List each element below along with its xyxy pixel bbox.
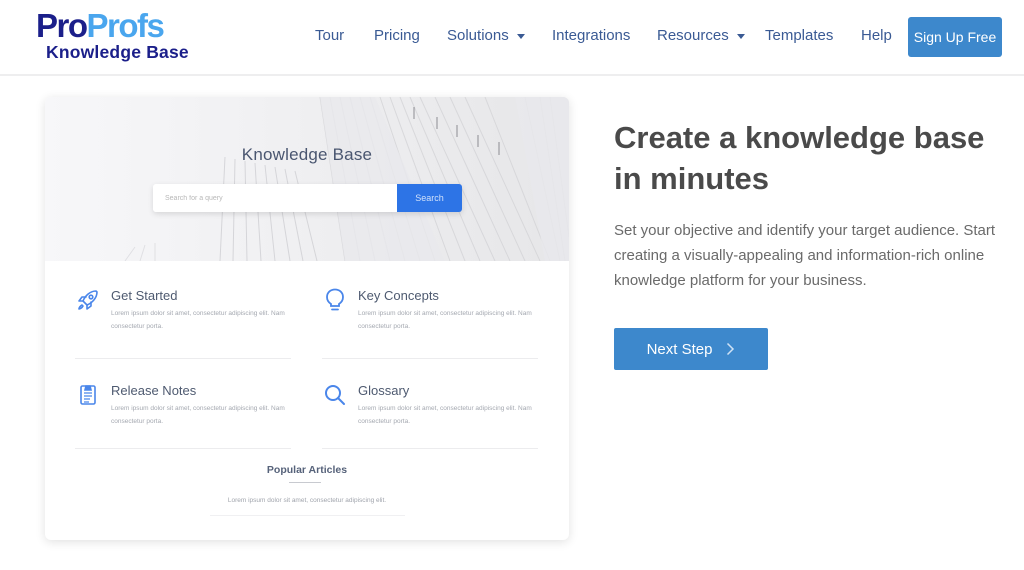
category-title: Release Notes bbox=[111, 383, 197, 398]
chevron-right-icon bbox=[727, 342, 735, 356]
category-title: Glossary bbox=[358, 383, 410, 398]
site-header: ProProfs Knowledge Base Tour Pricing Sol… bbox=[0, 0, 1024, 76]
clipboard-icon bbox=[80, 385, 96, 405]
preview-hero-banner: Knowledge Base Search bbox=[45, 97, 569, 261]
category-title: Get Started bbox=[111, 288, 178, 303]
preview-search-button[interactable]: Search bbox=[397, 184, 462, 212]
divider bbox=[75, 448, 291, 449]
category-description: Lorem ipsum dolor sit amet, consectetur … bbox=[111, 310, 285, 330]
category-description: Lorem ipsum dolor sit amet, consectetur … bbox=[111, 405, 285, 425]
proprofs-logo[interactable]: ProProfs Knowledge Base bbox=[36, 9, 196, 64]
preview-search-bar: Search bbox=[153, 184, 462, 212]
architecture-background-image bbox=[124, 97, 569, 261]
nav-pricing[interactable]: Pricing bbox=[374, 27, 420, 44]
nav-tour[interactable]: Tour bbox=[315, 27, 344, 44]
nav-help[interactable]: Help bbox=[861, 27, 892, 44]
divider bbox=[322, 448, 538, 449]
divider bbox=[210, 515, 405, 516]
divider bbox=[322, 358, 538, 359]
chevron-down-icon bbox=[736, 33, 745, 39]
chevron-down-icon bbox=[516, 33, 525, 39]
category-title: Key Concepts bbox=[358, 288, 439, 303]
preview-search-input[interactable] bbox=[153, 184, 397, 212]
heading-underline bbox=[289, 482, 321, 483]
category-description: Lorem ipsum dolor sit amet, consectetur … bbox=[358, 405, 532, 425]
next-step-button[interactable]: Next Step bbox=[614, 328, 768, 370]
logo-product-name: Knowledge Base bbox=[46, 42, 189, 62]
search-icon bbox=[325, 385, 345, 405]
knowledge-base-preview: Knowledge Base Search Get Started Lorem … bbox=[45, 97, 569, 540]
category-description: Lorem ipsum dolor sit amet, consectetur … bbox=[358, 310, 532, 330]
divider bbox=[75, 358, 291, 359]
nav-templates[interactable]: Templates bbox=[765, 27, 833, 44]
logo-wordmark: ProProfs bbox=[36, 7, 165, 44]
rocket-icon bbox=[78, 290, 98, 310]
lightbulb-icon bbox=[326, 288, 344, 311]
preview-title: Knowledge Base bbox=[241, 145, 373, 164]
nav-solutions[interactable]: Solutions bbox=[447, 27, 525, 44]
popular-articles-heading: Popular Articles bbox=[266, 464, 348, 476]
nav-integrations[interactable]: Integrations bbox=[552, 27, 630, 44]
sign-up-free-button[interactable]: Sign Up Free bbox=[908, 17, 1002, 57]
nav-resources[interactable]: Resources bbox=[657, 27, 745, 44]
popular-article-item[interactable]: Lorem ipsum dolor sit amet, consectetur … bbox=[45, 497, 569, 504]
page-description: Set your objective and identify your tar… bbox=[614, 222, 996, 289]
page-headline: Create a knowledge base in minutes bbox=[614, 120, 985, 196]
